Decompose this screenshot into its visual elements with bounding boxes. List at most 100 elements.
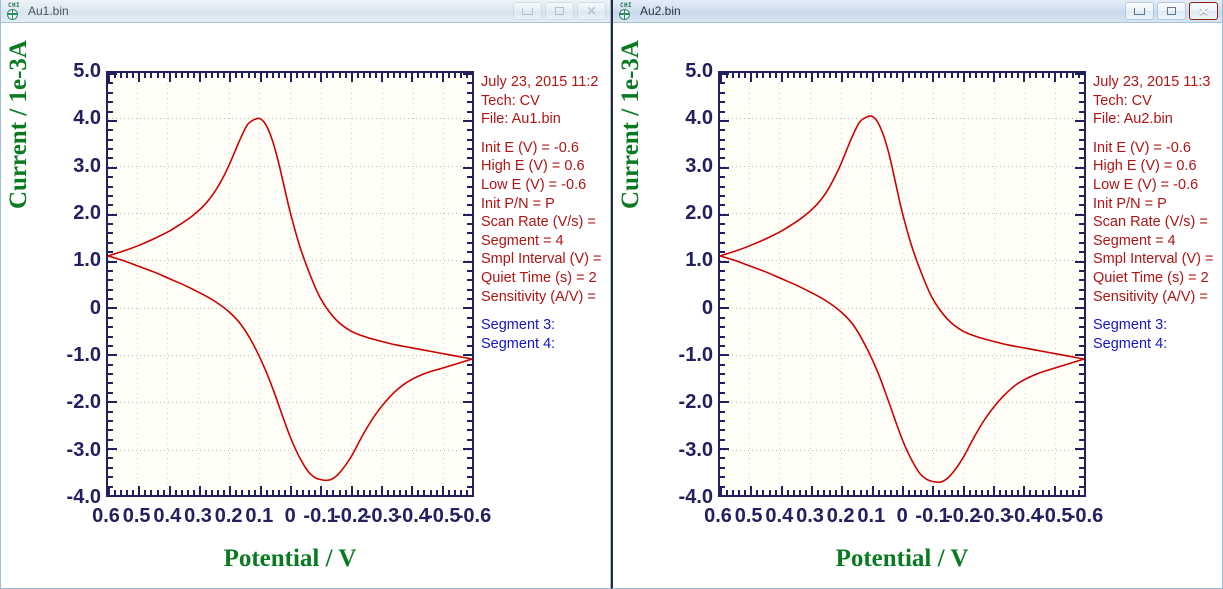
- minimize-button[interactable]: [513, 2, 542, 20]
- x-tick-label: 0.2: [826, 505, 855, 527]
- info-parameter: Init P/N = P: [1093, 195, 1167, 212]
- y-tick-label: 2.0: [73, 202, 101, 224]
- y-tick-label: 4.0: [73, 107, 101, 130]
- cv-curve-path: [108, 255, 472, 482]
- x-tick-label: 0: [896, 505, 908, 527]
- info-parameter: Init P/N = P: [481, 195, 555, 212]
- title-bar[interactable]: CHI Au2.bin ✕: [613, 0, 1222, 23]
- y-axis-ticks: 5.0 4.0 3.0 2.0 1.0 0 -1.0 -2.0 -3.0 -4.0: [653, 61, 713, 507]
- y-tick-label: -3.0: [66, 438, 101, 461]
- minimize-icon: [1134, 7, 1145, 15]
- window-controls: ✕: [513, 2, 606, 20]
- cv-curve-path: [108, 117, 472, 360]
- info-parameter: Sensitivity (A/V) =: [1093, 288, 1208, 305]
- maximize-icon: [555, 7, 564, 15]
- chi-globe-icon[interactable]: CHI: [6, 1, 23, 20]
- x-tick-label: 0.4: [153, 505, 182, 527]
- info-parameter: Low E (V) = -0.6: [481, 176, 587, 193]
- maximize-button[interactable]: [1157, 2, 1186, 20]
- info-parameter: Init E (V) = -0.6: [481, 139, 579, 156]
- gridline-vertical: [718, 73, 719, 495]
- y-tick-label: 3.0: [73, 154, 101, 177]
- maximize-button[interactable]: [545, 2, 574, 20]
- cv-curve-path: [720, 255, 1084, 484]
- gridline-vertical: [106, 73, 107, 495]
- globe-shape: [7, 8, 18, 20]
- x-tick-label: 0.6: [704, 505, 732, 527]
- x-tick-label: -0.6: [1068, 505, 1104, 527]
- window-controls: ✕: [1125, 2, 1218, 20]
- info-technique: Tech: CV: [481, 92, 540, 109]
- plot-area[interactable]: [718, 71, 1086, 497]
- minimize-icon: [522, 7, 533, 15]
- info-parameter: High E (V) = 0.6: [1093, 158, 1197, 175]
- x-tick-label: 0.5: [734, 505, 763, 527]
- y-tick-label: 5.0: [73, 60, 101, 82]
- info-segment: Segment 4:: [481, 335, 556, 352]
- y-tick-label: -2.0: [66, 391, 101, 414]
- info-filename: File: Au1.bin: [481, 111, 561, 128]
- close-icon: ✕: [1198, 4, 1209, 18]
- window-au1-bin[interactable]: CHI Au1.bin ✕ Current / 1e-3A Potential / V 5…: [0, 0, 611, 589]
- chart-client-area: Current / 1e-3A Potential / V 5.0 4.0 3.0 2.0…: [1, 23, 610, 588]
- x-axis-ticks: 0.6 0.5 0.4 0.3 0.2 0.1 0 -0.1 -0.2 -0.3 -0.4 -0.5-…: [704, 505, 1103, 532]
- x-tick-label: 0.3: [796, 505, 824, 527]
- chi-logo-text: CHI: [8, 1, 21, 9]
- y-tick-label: -4.0: [66, 486, 101, 508]
- info-parameter: High E (V) = 0.6: [481, 158, 585, 175]
- y-tick-label: 5.0: [685, 60, 713, 82]
- x-tick-label: 0.1: [245, 505, 274, 527]
- cv-curve-path: [720, 115, 1084, 360]
- y-tick-label: 3.0: [685, 154, 713, 177]
- desktop: CHI Au1.bin ✕ Current / 1e-3A Potential / V 5…: [0, 0, 1223, 589]
- close-button[interactable]: ✕: [577, 2, 606, 20]
- chart-client-area: Current / 1e-3A Potential / V 5.0 4.0 3.0 2.0…: [613, 23, 1222, 588]
- minimize-button[interactable]: [1125, 2, 1154, 20]
- info-parameter: Scan Rate (V/s) =: [1093, 214, 1208, 231]
- y-tick-label: 0: [89, 296, 101, 319]
- x-axis-ticks: 0.6 0.5 0.4 0.3 0.2 0.1 0 -0.1 -0.2 -0.3 -0.4 -0.5-…: [92, 505, 491, 532]
- experiment-info-panel: July 23, 2015 11:2 Tech: CV File: Au1.bin I…: [481, 73, 610, 353]
- info-segment: Segment 3:: [1093, 317, 1168, 334]
- experiment-info-panel: July 23, 2015 11:3 Tech: CV File: Au2.bin I…: [1093, 73, 1222, 353]
- info-parameter: Segment = 4: [1093, 232, 1176, 249]
- y-axis-label: Current / 1e-3A: [5, 40, 32, 209]
- y-tick-label: -1.0: [66, 344, 101, 366]
- info-parameter: Smpl Interval (V) =: [481, 251, 602, 268]
- cv-curve-svg: [108, 117, 472, 482]
- info-parameter: Scan Rate (V/s) =: [481, 214, 596, 231]
- info-parameter: Segment = 4: [481, 232, 564, 249]
- cv-curve-svg: [720, 115, 1084, 484]
- axis-tick: [1084, 73, 1086, 82]
- y-tick-label: 0: [701, 296, 713, 319]
- x-tick-label: 0.2: [214, 505, 243, 527]
- globe-shape: [619, 8, 630, 20]
- chi-globe-icon[interactable]: CHI: [618, 1, 635, 20]
- window-au2-bin[interactable]: CHI Au2.bin ✕ Current / 1e-3A Potential / V 5…: [611, 0, 1223, 589]
- axis-tick: [463, 495, 472, 497]
- gridline-horizontal: [720, 71, 1084, 72]
- chi-logo-text: CHI: [620, 1, 633, 9]
- info-timestamp: July 23, 2015 11:3: [1093, 74, 1211, 90]
- axis-tick: [108, 495, 117, 497]
- axis-tick: [472, 73, 474, 82]
- y-axis-label: Current / 1e-3A: [617, 40, 644, 209]
- info-segment: Segment 3:: [481, 317, 556, 334]
- info-technique: Tech: CV: [1093, 92, 1152, 109]
- x-axis-label: Potential / V: [223, 545, 357, 572]
- y-tick-label: -3.0: [678, 438, 713, 461]
- title-bar[interactable]: CHI Au1.bin ✕: [1, 0, 610, 23]
- close-icon: ✕: [586, 4, 597, 18]
- y-tick-label: -1.0: [678, 344, 713, 366]
- axis-tick: [1075, 495, 1084, 497]
- info-parameter: Quiet Time (s) = 2: [1093, 269, 1209, 286]
- info-timestamp: July 23, 2015 11:2: [481, 74, 599, 90]
- info-parameter: Quiet Time (s) = 2: [481, 269, 597, 286]
- plot-area[interactable]: [106, 71, 474, 497]
- axis-tick: [1084, 486, 1086, 495]
- close-button[interactable]: ✕: [1189, 2, 1218, 20]
- x-tick-label: 0.3: [184, 505, 212, 527]
